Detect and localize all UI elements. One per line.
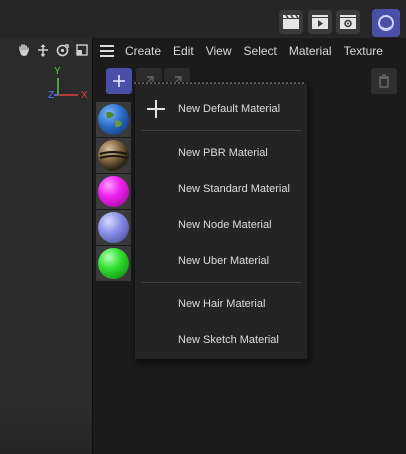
green-material-icon bbox=[98, 248, 129, 279]
menu-item-new-uber-material[interactable]: New Uber Material bbox=[135, 244, 307, 278]
render-settings-icon[interactable] bbox=[336, 10, 360, 34]
menu-item-new-default-material[interactable]: New Default Material bbox=[135, 92, 307, 126]
earth-material-icon bbox=[98, 104, 129, 135]
menu-item-new-sketch-material[interactable]: New Sketch Material bbox=[135, 323, 307, 357]
menu-item-new-node-material[interactable]: New Node Material bbox=[135, 208, 307, 242]
menu-item-label: New Sketch Material bbox=[178, 334, 279, 346]
menu-item-new-hair-material[interactable]: New Hair Material bbox=[135, 287, 307, 321]
render-view-icon[interactable] bbox=[308, 10, 332, 34]
menu-material[interactable]: Material bbox=[283, 40, 338, 62]
trash-icon[interactable] bbox=[371, 68, 397, 94]
viewport-floor bbox=[0, 410, 92, 454]
axis-y-label: Y bbox=[54, 66, 61, 77]
maximize-icon[interactable] bbox=[76, 44, 88, 59]
menu-select[interactable]: Select bbox=[238, 40, 283, 62]
material-swatch[interactable] bbox=[96, 210, 131, 245]
material-swatch[interactable] bbox=[96, 138, 131, 173]
menu-view[interactable]: View bbox=[200, 40, 238, 62]
hamburger-menu-icon[interactable] bbox=[100, 45, 114, 57]
menu-create[interactable]: Create bbox=[119, 40, 167, 62]
axis-x-label: X bbox=[81, 90, 88, 101]
axis-z-label: Z bbox=[48, 90, 55, 101]
menu-item-label: New Node Material bbox=[178, 219, 272, 231]
material-swatch[interactable] bbox=[96, 246, 131, 281]
material-menubar: Create Edit View Select Material Texture bbox=[119, 40, 389, 62]
material-swatch[interactable] bbox=[96, 102, 131, 137]
move-icon[interactable] bbox=[37, 44, 49, 60]
menu-item-label: New Hair Material bbox=[178, 298, 266, 310]
menu-item-new-standard-material[interactable]: New Standard Material bbox=[135, 172, 307, 206]
menu-item-label: New PBR Material bbox=[178, 147, 268, 159]
menu-divider bbox=[141, 282, 301, 283]
add-material-button[interactable] bbox=[106, 68, 132, 94]
clapperboard-icon[interactable] bbox=[279, 10, 303, 34]
menu-texture[interactable]: Texture bbox=[338, 40, 389, 62]
redshift-icon[interactable] bbox=[372, 9, 400, 37]
hand-pan-icon[interactable] bbox=[18, 44, 30, 60]
lavender-material-icon bbox=[98, 212, 129, 243]
create-material-menu: New Default Material New PBR Material Ne… bbox=[134, 82, 308, 360]
menu-item-label: New Default Material bbox=[178, 103, 281, 115]
menu-item-label: New Uber Material bbox=[178, 255, 270, 267]
menu-edit[interactable]: Edit bbox=[167, 40, 200, 62]
material-swatch[interactable] bbox=[96, 174, 131, 209]
magenta-material-icon bbox=[98, 176, 129, 207]
menu-drag-handle bbox=[134, 82, 306, 84]
menu-item-label: New Standard Material bbox=[178, 183, 290, 195]
rotate-icon[interactable] bbox=[56, 44, 69, 60]
menu-divider bbox=[141, 130, 301, 131]
menu-item-new-pbr-material[interactable]: New PBR Material bbox=[135, 136, 307, 170]
metal-material-icon bbox=[98, 140, 129, 171]
